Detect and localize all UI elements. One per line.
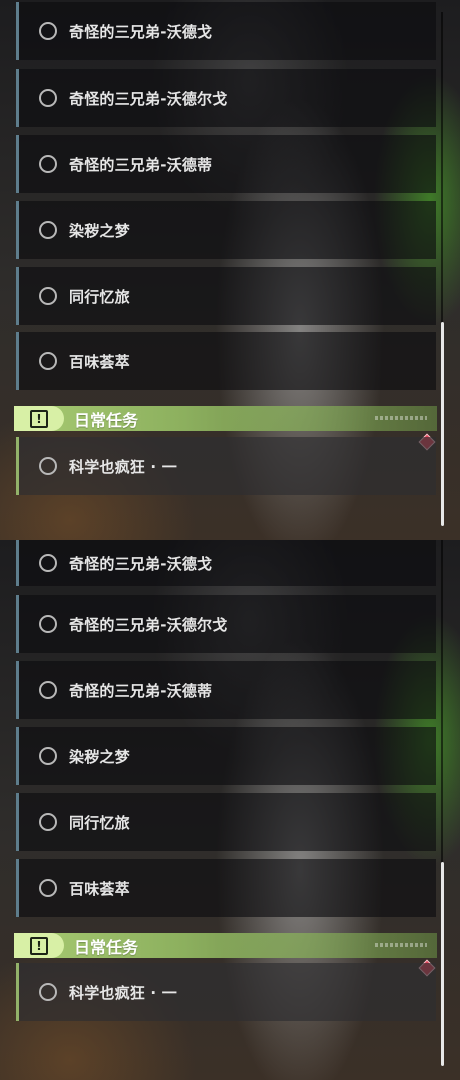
quest-status-radio-icon [39, 287, 57, 305]
quest-label: 同行忆旅 [69, 813, 130, 832]
quest-row[interactable]: 奇怪的三兄弟-沃德蒂 [16, 135, 436, 193]
quest-row[interactable]: 奇怪的三兄弟-沃德戈 [16, 540, 436, 586]
quest-label: 科学也疯狂 · 一 [69, 983, 177, 1002]
quest-row[interactable]: 同行忆旅 [16, 793, 436, 851]
quest-label: 染秽之梦 [69, 747, 130, 766]
quest-status-radio-icon [39, 89, 57, 107]
quest-label: 奇怪的三兄弟-沃德尔戈 [69, 615, 228, 634]
quest-label: 科学也疯狂 · 一 [69, 457, 177, 476]
quest-label: 同行忆旅 [69, 287, 130, 306]
quest-status-radio-icon [39, 554, 57, 572]
exclamation-icon: ! [30, 409, 48, 428]
quest-row[interactable]: 百味荟萃 [16, 859, 436, 917]
scrollbar-thumb[interactable] [441, 322, 444, 526]
daily-quest-row[interactable]: 科学也疯狂 · 一 [16, 963, 436, 1021]
exclamation-icon: ! [30, 936, 48, 955]
quest-label: 奇怪的三兄弟-沃德戈 [69, 22, 213, 41]
daily-quest-row[interactable]: 科学也疯狂 · 一 [16, 437, 436, 495]
header-decoration [375, 943, 427, 947]
quest-status-radio-icon [39, 457, 57, 475]
daily-section-header[interactable]: ! 日常任务 [14, 933, 437, 958]
quest-label: 奇怪的三兄弟-沃德戈 [69, 554, 213, 573]
section-title: 日常任务 [74, 937, 139, 957]
quest-row[interactable]: 百味荟萃 [16, 332, 436, 390]
quest-label: 奇怪的三兄弟-沃德蒂 [69, 155, 213, 174]
quest-row[interactable]: 奇怪的三兄弟-沃德蒂 [16, 661, 436, 719]
quest-status-radio-icon [39, 681, 57, 699]
quest-status-radio-icon [39, 747, 57, 765]
quest-row[interactable]: 染秽之梦 [16, 727, 436, 785]
quest-label: 奇怪的三兄弟-沃德蒂 [69, 681, 213, 700]
quest-status-radio-icon [39, 879, 57, 897]
quest-label: 百味荟萃 [69, 879, 130, 898]
quest-status-radio-icon [39, 813, 57, 831]
quest-status-radio-icon [39, 221, 57, 239]
quest-label: 奇怪的三兄弟-沃德尔戈 [69, 89, 228, 108]
header-cap: ! [14, 933, 64, 958]
quest-status-radio-icon [39, 22, 57, 40]
quest-row[interactable]: 染秽之梦 [16, 201, 436, 259]
section-title: 日常任务 [74, 410, 139, 430]
quest-row[interactable]: 奇怪的三兄弟-沃德尔戈 [16, 595, 436, 653]
scrollbar-thumb[interactable] [441, 862, 444, 1066]
quest-row[interactable]: 奇怪的三兄弟-沃德尔戈 [16, 69, 436, 127]
header-cap: ! [14, 406, 64, 431]
quest-status-radio-icon [39, 155, 57, 173]
quest-list-panel: 奇怪的三兄弟-沃德戈 奇怪的三兄弟-沃德尔戈 奇怪的三兄弟-沃德蒂 染秽之梦 同… [0, 540, 460, 1080]
quest-status-radio-icon [39, 352, 57, 370]
header-decoration [375, 416, 427, 420]
quest-list-panel: 奇怪的三兄弟-沃德戈 奇怪的三兄弟-沃德尔戈 奇怪的三兄弟-沃德蒂 染秽之梦 同… [0, 0, 460, 540]
quest-status-radio-icon [39, 615, 57, 633]
quest-label: 染秽之梦 [69, 221, 130, 240]
quest-row[interactable]: 奇怪的三兄弟-沃德戈 [16, 2, 436, 60]
quest-status-radio-icon [39, 983, 57, 1001]
quest-row[interactable]: 同行忆旅 [16, 267, 436, 325]
quest-label: 百味荟萃 [69, 352, 130, 371]
daily-section-header[interactable]: ! 日常任务 [14, 406, 437, 431]
